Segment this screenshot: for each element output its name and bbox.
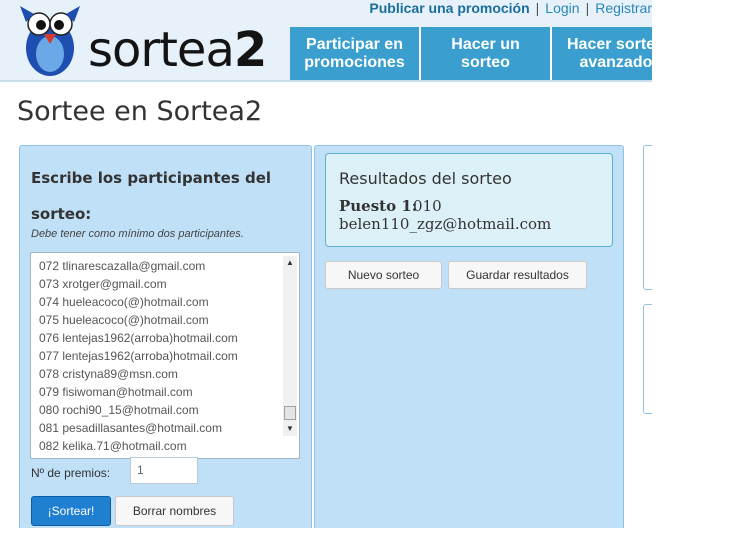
logo-text-bold: 2 <box>233 22 267 78</box>
premios-label: Nº de premios: <box>31 466 111 480</box>
separator: | <box>535 0 540 16</box>
results-panel: Resultados del sorteo Puesto 1: 010 bele… <box>314 145 624 528</box>
list-item: 082 kelika.71@hotmail.com <box>39 439 187 453</box>
list-item: 080 rochi90_15@hotmail.com <box>39 403 199 417</box>
participants-panel: Escribe los participantes del sorteo: De… <box>19 145 312 528</box>
tab-participar-promociones[interactable]: Participar en promociones <box>290 27 421 80</box>
scroll-down-arrow-icon[interactable]: ▼ <box>283 422 297 436</box>
header: sortea2 Publicar una promoción | Login | Reg… <box>0 0 652 80</box>
login-link[interactable]: Login <box>545 0 579 16</box>
list-item: 075 hueleacoco(@)hotmail.com <box>39 313 209 327</box>
list-item: 076 lentejas1962(arroba)hotmail.com <box>39 331 238 345</box>
publish-promotion-link[interactable]: Publicar una promoción <box>369 0 529 16</box>
list-item: 074 hueleacoco(@)hotmail.com <box>39 295 209 309</box>
penguin-logo-icon <box>20 6 80 76</box>
side-panel-bottom <box>643 304 652 414</box>
sortear-button[interactable]: ¡Sortear! <box>31 496 111 526</box>
logo-wordmark: sortea2 <box>88 22 267 78</box>
tab-hacer-sorteo[interactable]: Hacer un sorteo <box>421 27 552 80</box>
nuevo-sorteo-button[interactable]: Nuevo sorteo <box>325 261 442 289</box>
main-nav: Participar en promociones Hacer un sorte… <box>290 27 652 80</box>
winner-position-label: Puesto 1: <box>339 197 418 215</box>
participants-list: 072 tlinarescazalla@gmail.com 073 xrotge… <box>39 257 238 455</box>
header-divider <box>0 80 652 82</box>
list-item: 072 tlinarescazalla@gmail.com <box>39 259 206 273</box>
tab-sorteo-avanzado[interactable]: Hacer sorteo avanzado <box>552 27 652 80</box>
list-item: 073 xrotger@gmail.com <box>39 277 167 291</box>
top-links: Publicar una promoción | Login | Registrar <box>369 0 652 18</box>
page: sortea2 Publicar una promoción | Login | Reg… <box>0 0 652 528</box>
guardar-resultados-button[interactable]: Guardar resultados <box>448 261 587 289</box>
participants-textarea[interactable]: 072 tlinarescazalla@gmail.com 073 xrotge… <box>30 252 300 459</box>
winner-email: belen110_zgz@hotmail.com <box>339 215 552 233</box>
participants-hint: Debe tener como mínimo dos participantes… <box>31 228 244 240</box>
scroll-up-arrow-icon[interactable]: ▲ <box>283 256 297 270</box>
separator: | <box>585 0 590 16</box>
participants-scrollbar[interactable]: ▲ ▼ <box>283 256 297 436</box>
list-item: 081 pesadillasantes@hotmail.com <box>39 421 222 435</box>
side-panel-top <box>643 145 652 290</box>
list-item: 078 cristyna89@msn.com <box>39 367 178 381</box>
list-item: 079 fisiwoman@hotmail.com <box>39 385 193 399</box>
logo[interactable]: sortea2 <box>18 4 278 78</box>
premios-input[interactable]: 1 <box>130 457 198 484</box>
participants-heading: Escribe los participantes del sorteo: <box>31 169 272 223</box>
list-item: 077 lentejas1962(arroba)hotmail.com <box>39 349 238 363</box>
results-box: Resultados del sorteo Puesto 1: 010 bele… <box>325 153 613 247</box>
winner-number: 010 <box>413 197 442 215</box>
borrar-nombres-button[interactable]: Borrar nombres <box>115 496 234 526</box>
results-title: Resultados del sorteo <box>339 169 512 188</box>
register-link[interactable]: Registrar <box>595 0 652 16</box>
page-title: Sortee en Sortea2 <box>17 96 263 127</box>
logo-text: sortea <box>88 22 235 78</box>
scroll-thumb[interactable] <box>284 406 296 420</box>
